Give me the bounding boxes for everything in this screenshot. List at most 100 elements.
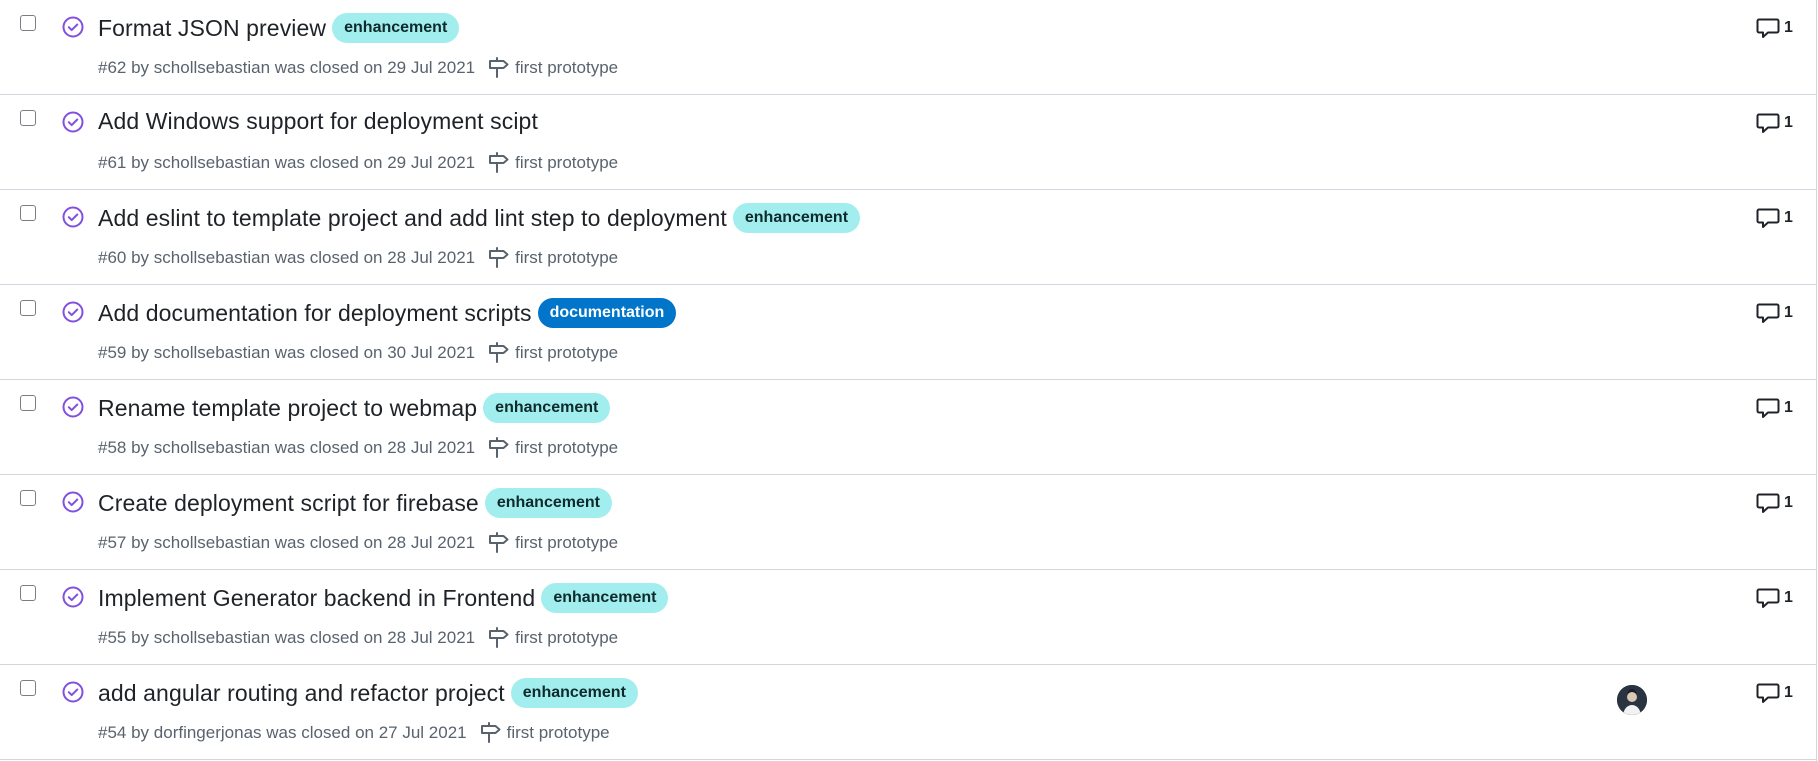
select-issue-checkbox[interactable] bbox=[20, 395, 36, 411]
comment-icon bbox=[1756, 207, 1780, 229]
issue-label-documentation[interactable]: documentation bbox=[537, 298, 677, 328]
milestone-link[interactable]: first prototype bbox=[507, 723, 610, 743]
issue-number: #60 bbox=[98, 248, 127, 267]
issue-label-enhancement[interactable]: enhancement bbox=[332, 13, 460, 43]
comments-link[interactable]: 1 bbox=[1756, 682, 1793, 704]
issue-label-enhancement[interactable]: enhancement bbox=[483, 393, 611, 423]
issue-list: Format JSON preview enhancement #62 by sch… bbox=[0, 0, 1817, 761]
milestone-link[interactable]: first prototype bbox=[515, 533, 618, 553]
milestone-link[interactable]: first prototype bbox=[515, 248, 618, 268]
issue-row[interactable]: Add eslint to template project and add l… bbox=[0, 190, 1816, 285]
issue-meta: #60 by schollsebastian was closed on 28 … bbox=[98, 247, 619, 269]
select-issue-checkbox[interactable] bbox=[20, 680, 36, 696]
select-issue-checkbox[interactable] bbox=[20, 490, 36, 506]
issue-title-line: Format JSON preview enhancement bbox=[98, 13, 460, 43]
comments-link[interactable]: 1 bbox=[1756, 492, 1793, 514]
issue-closed-icon bbox=[61, 585, 85, 609]
issue-closed-icon bbox=[61, 110, 85, 134]
select-issue-checkbox[interactable] bbox=[20, 205, 36, 221]
milestone-link[interactable]: first prototype bbox=[515, 58, 618, 78]
comments-link[interactable]: 1 bbox=[1756, 112, 1793, 134]
issue-row[interactable]: Add documentation for deployment scripts… bbox=[0, 285, 1816, 380]
issue-closed-date: was closed on 28 Jul 2021 bbox=[274, 248, 476, 267]
issue-title-link[interactable]: add angular routing and refactor project bbox=[98, 680, 505, 707]
issue-meta: #59 by schollsebastian was closed on 30 … bbox=[98, 342, 619, 364]
issue-author-link[interactable]: schollsebastian bbox=[154, 248, 270, 268]
issue-author-link[interactable]: schollsebastian bbox=[154, 153, 270, 173]
issue-author-link[interactable]: schollsebastian bbox=[154, 343, 270, 363]
comment-icon bbox=[1756, 397, 1780, 419]
issue-row[interactable]: Create deployment script for firebase enh… bbox=[0, 475, 1816, 570]
comment-count: 1 bbox=[1784, 209, 1793, 226]
issue-closed-date: was closed on 30 Jul 2021 bbox=[274, 343, 476, 362]
issue-closed-date: was closed on 29 Jul 2021 bbox=[274, 58, 476, 77]
issue-meta: #58 by schollsebastian was closed on 28 … bbox=[98, 437, 619, 459]
issue-title-link[interactable]: Add eslint to template project and add l… bbox=[98, 205, 727, 232]
issue-row[interactable]: Add Windows support for deployment scipt… bbox=[0, 95, 1816, 190]
issue-number: #58 bbox=[98, 438, 127, 457]
milestone-link[interactable]: first prototype bbox=[515, 628, 618, 648]
issue-closed-icon bbox=[61, 205, 85, 229]
issue-title-link[interactable]: Create deployment script for firebase bbox=[98, 490, 479, 517]
comments-link[interactable]: 1 bbox=[1756, 587, 1793, 609]
issue-label-enhancement[interactable]: enhancement bbox=[732, 203, 861, 233]
issue-meta: #61 by schollsebastian was closed on 29 … bbox=[98, 152, 619, 173]
comments-link[interactable]: 1 bbox=[1756, 397, 1793, 419]
issue-number: #59 bbox=[98, 343, 127, 362]
issue-row[interactable]: Implement Generator backend in Frontend e… bbox=[0, 570, 1816, 665]
issue-label-enhancement[interactable]: enhancement bbox=[541, 583, 669, 613]
issue-author-link[interactable]: dorfingerjonas bbox=[154, 723, 262, 743]
comment-icon bbox=[1756, 17, 1780, 39]
comment-count: 1 bbox=[1784, 114, 1793, 131]
select-issue-checkbox[interactable] bbox=[20, 585, 36, 601]
issue-title-line: Create deployment script for firebase enh… bbox=[98, 488, 612, 518]
comments-link[interactable]: 1 bbox=[1756, 17, 1793, 39]
issue-closed-icon bbox=[61, 680, 85, 704]
issue-title-line: Add documentation for deployment scripts… bbox=[98, 298, 677, 328]
issue-closed-icon bbox=[61, 395, 85, 419]
select-issue-checkbox[interactable] bbox=[20, 300, 36, 316]
issue-title-link[interactable]: Implement Generator backend in Frontend bbox=[98, 585, 535, 612]
issue-label-enhancement[interactable]: enhancement bbox=[510, 678, 638, 708]
comments-link[interactable]: 1 bbox=[1756, 207, 1793, 229]
issue-author-link[interactable]: schollsebastian bbox=[154, 533, 270, 553]
milestone-icon bbox=[487, 342, 511, 364]
issue-author-link[interactable]: schollsebastian bbox=[154, 438, 270, 458]
assignee-avatar[interactable] bbox=[1617, 685, 1647, 715]
milestone-icon bbox=[487, 437, 511, 459]
issue-label-enhancement[interactable]: enhancement bbox=[484, 488, 612, 518]
issue-row[interactable]: Rename template project to webmap enhance… bbox=[0, 380, 1816, 475]
milestone-link[interactable]: first prototype bbox=[515, 153, 618, 173]
select-issue-checkbox[interactable] bbox=[20, 15, 36, 31]
issue-meta: #57 by schollsebastian was closed on 28 … bbox=[98, 532, 619, 554]
issue-row[interactable]: add angular routing and refactor project… bbox=[0, 665, 1816, 760]
issue-closed-date: was closed on 28 Jul 2021 bbox=[274, 628, 476, 647]
issue-title-link[interactable]: Add Windows support for deployment scipt bbox=[98, 108, 538, 135]
comment-icon bbox=[1756, 492, 1780, 514]
milestone-link[interactable]: first prototype bbox=[515, 343, 618, 363]
issue-title-link[interactable]: Format JSON preview bbox=[98, 15, 326, 42]
issue-closed-date: was closed on 27 Jul 2021 bbox=[266, 723, 467, 742]
milestone-icon bbox=[487, 532, 511, 554]
issue-title-link[interactable]: Rename template project to webmap bbox=[98, 395, 477, 422]
issue-closed-date: was closed on 28 Jul 2021 bbox=[274, 438, 476, 457]
comment-count: 1 bbox=[1784, 304, 1793, 321]
issue-author-link[interactable]: schollsebastian bbox=[154, 58, 270, 78]
issue-closed-icon bbox=[61, 490, 85, 514]
issue-closed-icon bbox=[61, 15, 85, 39]
comment-count: 1 bbox=[1784, 494, 1793, 511]
issue-title-link[interactable]: Add documentation for deployment scripts bbox=[98, 300, 532, 327]
comment-count: 1 bbox=[1784, 589, 1793, 606]
issue-author-link[interactable]: schollsebastian bbox=[154, 628, 270, 648]
select-issue-checkbox[interactable] bbox=[20, 110, 36, 126]
milestone-icon bbox=[487, 247, 511, 269]
issue-title-line: Rename template project to webmap enhance… bbox=[98, 393, 611, 423]
milestone-link[interactable]: first prototype bbox=[515, 438, 618, 458]
milestone-icon bbox=[487, 627, 511, 649]
issue-meta: #54 by dorfingerjonas was closed on 27 J… bbox=[98, 722, 610, 743]
issue-closed-date: was closed on 28 Jul 2021 bbox=[274, 533, 476, 552]
milestone-icon bbox=[487, 57, 511, 79]
issue-row[interactable]: Format JSON preview enhancement #62 by sch… bbox=[0, 0, 1816, 95]
comment-icon bbox=[1756, 587, 1780, 609]
comments-link[interactable]: 1 bbox=[1756, 302, 1793, 324]
